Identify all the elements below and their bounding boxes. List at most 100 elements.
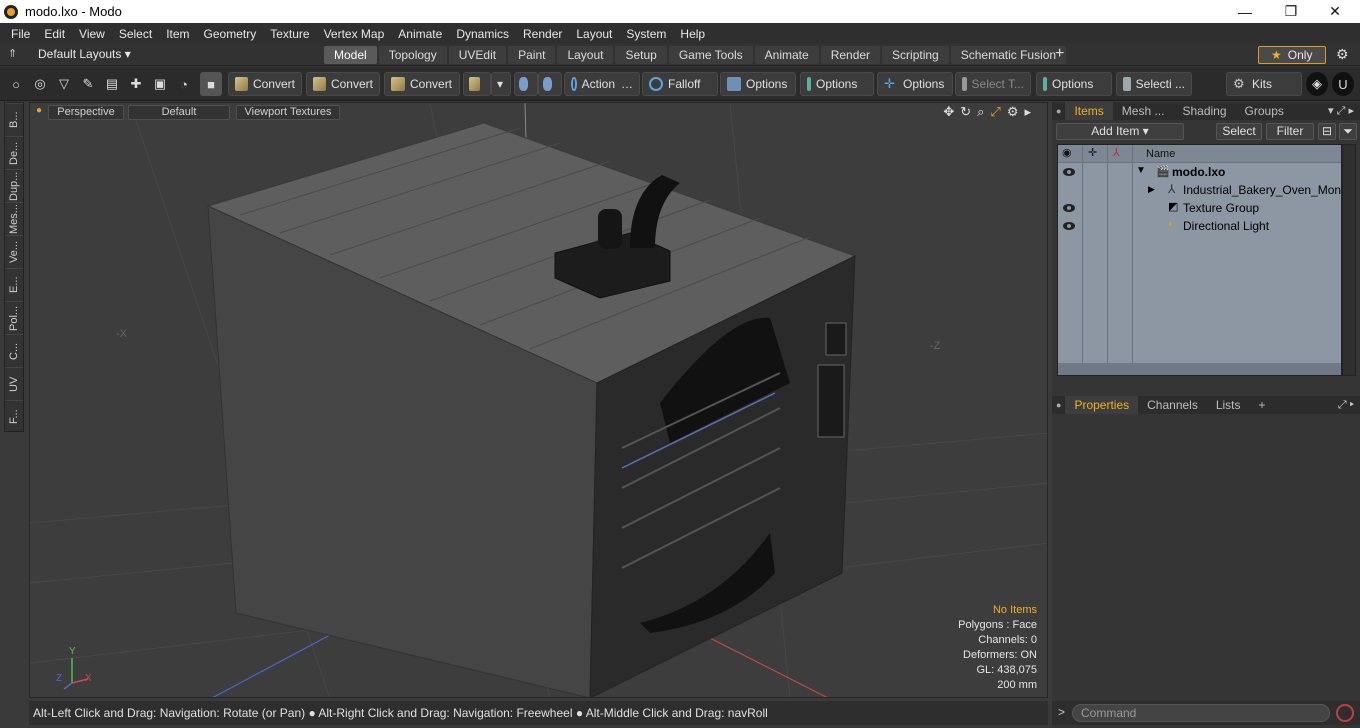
visibility-eye-icon[interactable] <box>1063 222 1075 230</box>
tab-paint[interactable]: Paint <box>508 46 556 64</box>
item-row-texture-group[interactable]: ◩ Texture Group <box>1058 199 1341 217</box>
left-tab-vertex[interactable]: Ve... <box>5 235 23 268</box>
unreal-icon[interactable]: U <box>1332 72 1354 96</box>
menu-view[interactable]: View <box>72 27 112 41</box>
tab-groups[interactable]: Groups <box>1236 102 1293 120</box>
minimize-button[interactable]: — <box>1222 0 1268 23</box>
item-list-vscroll[interactable] <box>1342 144 1356 376</box>
maximize-view-icon[interactable]: ⤢ <box>990 104 1000 120</box>
tab-animate[interactable]: Animate <box>754 46 819 64</box>
3d-viewport[interactable]: -X -Z Y X Z ● Perspective Default Viewpo… <box>29 102 1048 698</box>
close-button[interactable]: ✕ <box>1312 0 1358 23</box>
tab-topology[interactable]: Topology <box>378 46 447 64</box>
tab-uvedit[interactable]: UVEdit <box>448 46 507 64</box>
symmetry-icon[interactable]: ◔ <box>173 72 195 96</box>
shield-right-icon[interactable] <box>538 72 562 96</box>
menu-edit[interactable]: Edit <box>37 27 72 41</box>
default-style-dropdown[interactable]: Default <box>128 105 230 120</box>
convert-button-2[interactable]: Convert <box>306 72 380 96</box>
item-row-scene[interactable]: ▼ 🎬 modo.lxo <box>1058 163 1341 181</box>
move-view-icon[interactable]: ✥ <box>943 104 954 120</box>
select-through-button[interactable]: Select T... <box>955 72 1031 96</box>
tab-schematic-fusion[interactable]: Schematic Fusion <box>950 46 1067 64</box>
visibility-eye-icon[interactable] <box>1063 168 1075 176</box>
options-button-2[interactable]: Options <box>800 72 874 96</box>
left-tab-curve[interactable]: C... <box>5 334 23 367</box>
panel-expand-icon[interactable]: ▾ ⤢ ▸ <box>1328 104 1360 118</box>
select-button[interactable]: Select <box>1216 123 1262 140</box>
visibility-eye-icon[interactable] <box>1063 204 1075 212</box>
tab-scripting[interactable]: Scripting <box>882 46 949 64</box>
funnel-icon[interactable]: ⏷ <box>1339 123 1357 140</box>
record-icon[interactable] <box>1336 704 1354 722</box>
left-tab-uv[interactable]: UV <box>5 367 23 400</box>
pivot-mode-icon[interactable]: ✚ <box>125 72 147 96</box>
collapse-icon[interactable]: ⊟ <box>1318 123 1336 140</box>
item-row-mesh[interactable]: ▶ ⅄ Industrial_Bakery_Oven_Mon ... <box>1058 181 1354 199</box>
primitive-dropdown[interactable]: ▾ <box>491 72 511 96</box>
viewport-dot-icon[interactable]: ● <box>36 105 42 116</box>
menu-vertex-map[interactable]: Vertex Map <box>317 27 392 41</box>
vertex-mode-icon[interactable]: ○ <box>5 72 27 96</box>
options-button-3[interactable]: ✛ Options <box>877 72 953 96</box>
tab-items[interactable]: Items <box>1065 102 1113 120</box>
left-tab-basic[interactable]: B... <box>5 103 23 136</box>
tab-game-tools[interactable]: Game Tools <box>668 46 753 64</box>
menu-item[interactable]: Item <box>159 27 196 41</box>
panel-expand-icon[interactable]: ⤢ ▸ <box>1338 399 1360 412</box>
menu-render[interactable]: Render <box>516 27 569 41</box>
rotate-view-icon[interactable]: ↻ <box>960 104 971 120</box>
left-tab-duplicate[interactable]: Dup... <box>5 169 23 202</box>
unity-icon[interactable]: ◈ <box>1306 72 1328 96</box>
tab-channels[interactable]: Channels <box>1138 396 1207 414</box>
menu-select[interactable]: Select <box>112 27 159 41</box>
filter-button[interactable]: Filter <box>1266 123 1314 140</box>
only-toggle[interactable]: ★ Only <box>1258 46 1326 64</box>
tab-shading[interactable]: Shading <box>1173 102 1235 120</box>
menu-help[interactable]: Help <box>673 27 712 41</box>
add-item-button[interactable]: Add Item ▾ <box>1056 123 1184 140</box>
polygon-mode-icon[interactable]: ▽ <box>53 72 75 96</box>
shade-cube-icon[interactable]: ■ <box>200 72 222 96</box>
tab-layout[interactable]: Layout <box>557 46 614 64</box>
action-center-button[interactable]: Action… <box>564 72 640 96</box>
menu-layout[interactable]: Layout <box>569 27 619 41</box>
maximize-button[interactable]: ❐ <box>1268 0 1314 23</box>
item-mode-icon[interactable]: ✎ <box>77 72 99 96</box>
left-tab-mesh-edit[interactable]: Mes... <box>5 202 23 235</box>
left-tab-fusion[interactable]: F... <box>5 400 23 433</box>
left-tab-polygon[interactable]: Pol... <box>5 301 23 334</box>
default-layouts-dropdown[interactable]: Default Layouts ▾ <box>38 47 131 61</box>
convert-button-1[interactable]: Convert <box>228 72 302 96</box>
convert-button-3[interactable]: Convert <box>384 72 460 96</box>
edge-mode-icon[interactable]: ◎ <box>29 72 51 96</box>
menu-dynamics[interactable]: Dynamics <box>449 27 516 41</box>
tab-model[interactable]: Model <box>324 46 377 64</box>
kits-button[interactable]: ⚙ Kits <box>1226 72 1302 96</box>
menu-geometry[interactable]: Geometry <box>197 27 264 41</box>
gear-icon[interactable]: ⚙ <box>1336 46 1349 63</box>
item-row-directional-light[interactable]: ◐ Directional Light <box>1058 217 1341 235</box>
zoom-view-icon[interactable]: ⌕ <box>977 104 984 120</box>
item-list-scrollbar[interactable] <box>1058 363 1341 375</box>
tab-setup[interactable]: Setup <box>615 46 667 64</box>
options-button-1[interactable]: Options <box>720 72 796 96</box>
expand-arrow-icon[interactable]: ▶ <box>1148 184 1155 195</box>
tab-lists[interactable]: Lists <box>1207 396 1250 414</box>
menu-file[interactable]: File <box>4 27 37 41</box>
viewport-textures-dropdown[interactable]: Viewport Textures <box>236 105 340 120</box>
add-panel-plus-icon[interactable]: + <box>1250 396 1275 414</box>
material-mode-icon[interactable]: ▤ <box>101 72 123 96</box>
options-button-4[interactable]: Options <box>1036 72 1112 96</box>
viewport-gear-icon[interactable]: ⚙ <box>1007 104 1019 120</box>
name-column-header[interactable]: Name <box>1146 148 1175 160</box>
left-tab-deform[interactable]: De... <box>5 136 23 169</box>
tab-render[interactable]: Render <box>820 46 881 64</box>
layout-arrow-icon[interactable]: ⇑ <box>8 47 17 60</box>
menu-animate[interactable]: Animate <box>391 27 449 41</box>
center-mode-icon[interactable]: ▣ <box>149 72 171 96</box>
menu-texture[interactable]: Texture <box>263 27 316 41</box>
selection-button[interactable]: Selecti ... <box>1116 72 1192 96</box>
menu-system[interactable]: System <box>619 27 673 41</box>
primitive-cube-button[interactable] <box>463 72 491 96</box>
